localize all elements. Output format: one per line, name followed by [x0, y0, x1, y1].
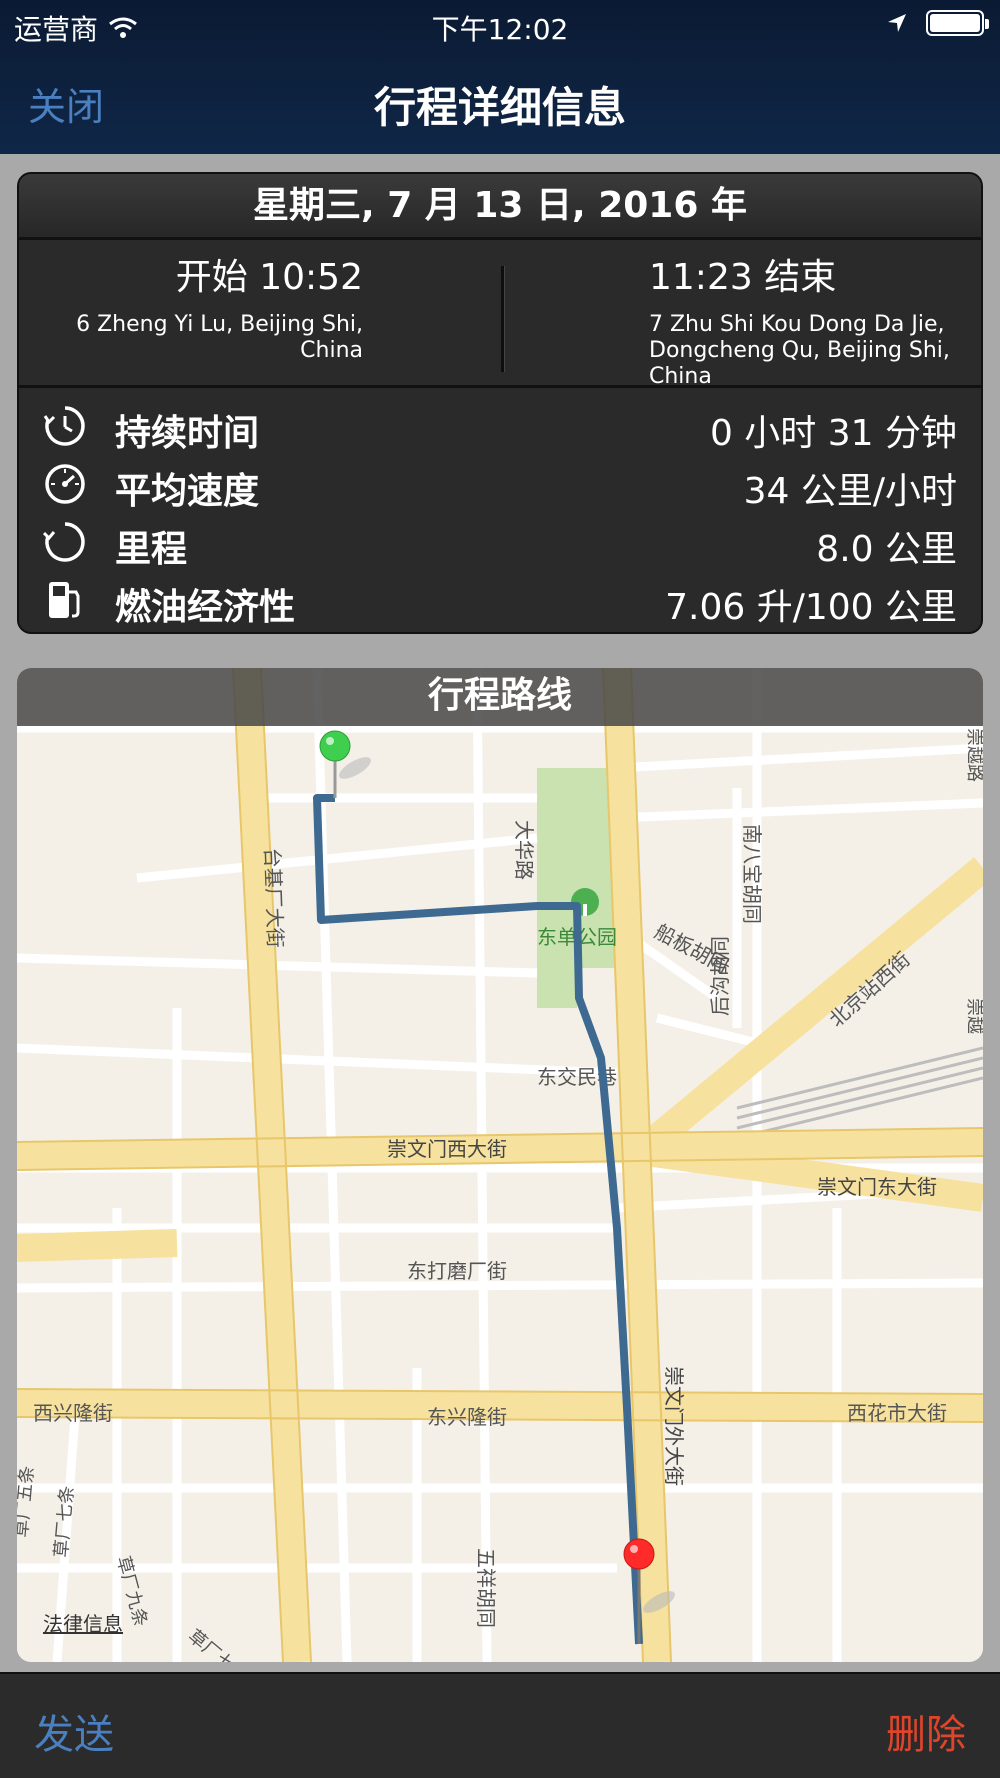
stat-value: 7.06 升/100 公里 [665, 587, 957, 628]
map-label-edge-top: 崇越路 [964, 728, 983, 782]
status-bar: 运营商 下午12:02 [0, 0, 1000, 50]
stat-duration: 持续时间 0 小时 31 分钟 [19, 396, 981, 454]
trip-start: 开始 10:52 6 Zheng Yi Lu, Beijing Shi, Chi… [19, 248, 363, 364]
map-label-edge-mid: 崇越 [964, 998, 983, 1034]
route-map[interactable]: 台基厂大街 大华路 东单公园 南八宝胡同 船板胡同 后沟胡同 北京站西街 东交民… [17, 668, 983, 1662]
map-label-dongxinglong: 东兴隆街 [427, 1405, 507, 1429]
page-title: 行程详细信息 [373, 83, 626, 132]
top-bar: 运营商 下午12:02 关闭 行程详细信息 [0, 0, 1000, 154]
legal-link[interactable]: 法律信息 [43, 1608, 123, 1637]
stat-distance: 里程 8.0 公里 [19, 512, 981, 570]
stat-label: 持续时间 [115, 413, 260, 454]
status-right [886, 10, 989, 36]
map-label-xihuashi: 西花市大街 [847, 1401, 947, 1425]
battery-icon [926, 10, 989, 36]
trip-summary-card: 星期三, 7 月 13 日, 2016 年 开始 10:52 6 Zheng Y… [17, 172, 983, 634]
duration-icon [43, 406, 85, 446]
map-label-houguo: 后沟胡同 [708, 936, 732, 1016]
trip-stats: 持续时间 0 小时 31 分钟 平均速度 34 公里/小时 里程 8.0 公里 [19, 388, 981, 628]
trip-end: 11:23 结束 7 Zhu Shi Kou Dong Da Jie, Dong… [649, 248, 979, 390]
send-button[interactable]: 发送 [34, 1702, 114, 1760]
map-label-taiji: 台基厂大街 [260, 847, 287, 948]
end-address: 7 Zhu Shi Kou Dong Da Jie, Dongcheng Qu,… [649, 312, 950, 389]
stat-value: 34 公里/小时 [743, 471, 957, 512]
map-label-chongwen-wai: 崇文门外大街 [662, 1366, 686, 1486]
map-label-xixinglong: 西兴隆街 [33, 1401, 113, 1425]
trip-date: 星期三, 7 月 13 日, 2016 年 [19, 174, 981, 240]
map-label-dahua: 大华路 [512, 820, 536, 880]
start-time: 开始 10:52 [175, 257, 363, 298]
map-label-nanbao: 南八宝胡同 [740, 824, 764, 924]
stat-label: 燃油经济性 [115, 587, 296, 628]
delete-button[interactable]: 删除 [886, 1702, 966, 1760]
bottom-toolbar: 发送 删除 [0, 1672, 1000, 1778]
route-map-title: 行程路线 [17, 668, 983, 726]
stat-label: 平均速度 [115, 471, 260, 512]
map-canvas[interactable]: 台基厂大街 大华路 东单公园 南八宝胡同 船板胡同 后沟胡同 北京站西街 东交民… [17, 668, 983, 1662]
trip-endpoints: 开始 10:52 6 Zheng Yi Lu, Beijing Shi, Chi… [19, 240, 981, 390]
map-label-chongwen-west: 崇文门西大街 [387, 1137, 507, 1161]
fuel-pump-icon [49, 582, 80, 618]
end-time: 11:23 结束 [649, 257, 837, 298]
stat-value: 8.0 公里 [816, 529, 957, 570]
map-label-chongwen-east: 崇文门东大街 [817, 1175, 937, 1199]
stat-avg-speed: 平均速度 34 公里/小时 [19, 454, 981, 512]
status-time: 下午12:02 [431, 13, 569, 46]
stat-fuel-economy: 燃油经济性 7.06 升/100 公里 [19, 570, 981, 628]
endpoint-divider [501, 266, 505, 372]
map-label-wuxiang: 五祥胡同 [474, 1548, 498, 1628]
start-address: 6 Zheng Yi Lu, Beijing Shi, China [76, 312, 363, 363]
map-label-dongdamo: 东打磨厂街 [407, 1259, 507, 1283]
odometer-icon [43, 522, 85, 562]
speedometer-icon [45, 464, 85, 504]
stat-label: 里程 [115, 529, 188, 570]
location-arrow-icon [888, 14, 906, 32]
stat-value: 0 小时 31 分钟 [709, 413, 957, 454]
nav-bar: 关闭 行程详细信息 [0, 54, 1000, 150]
